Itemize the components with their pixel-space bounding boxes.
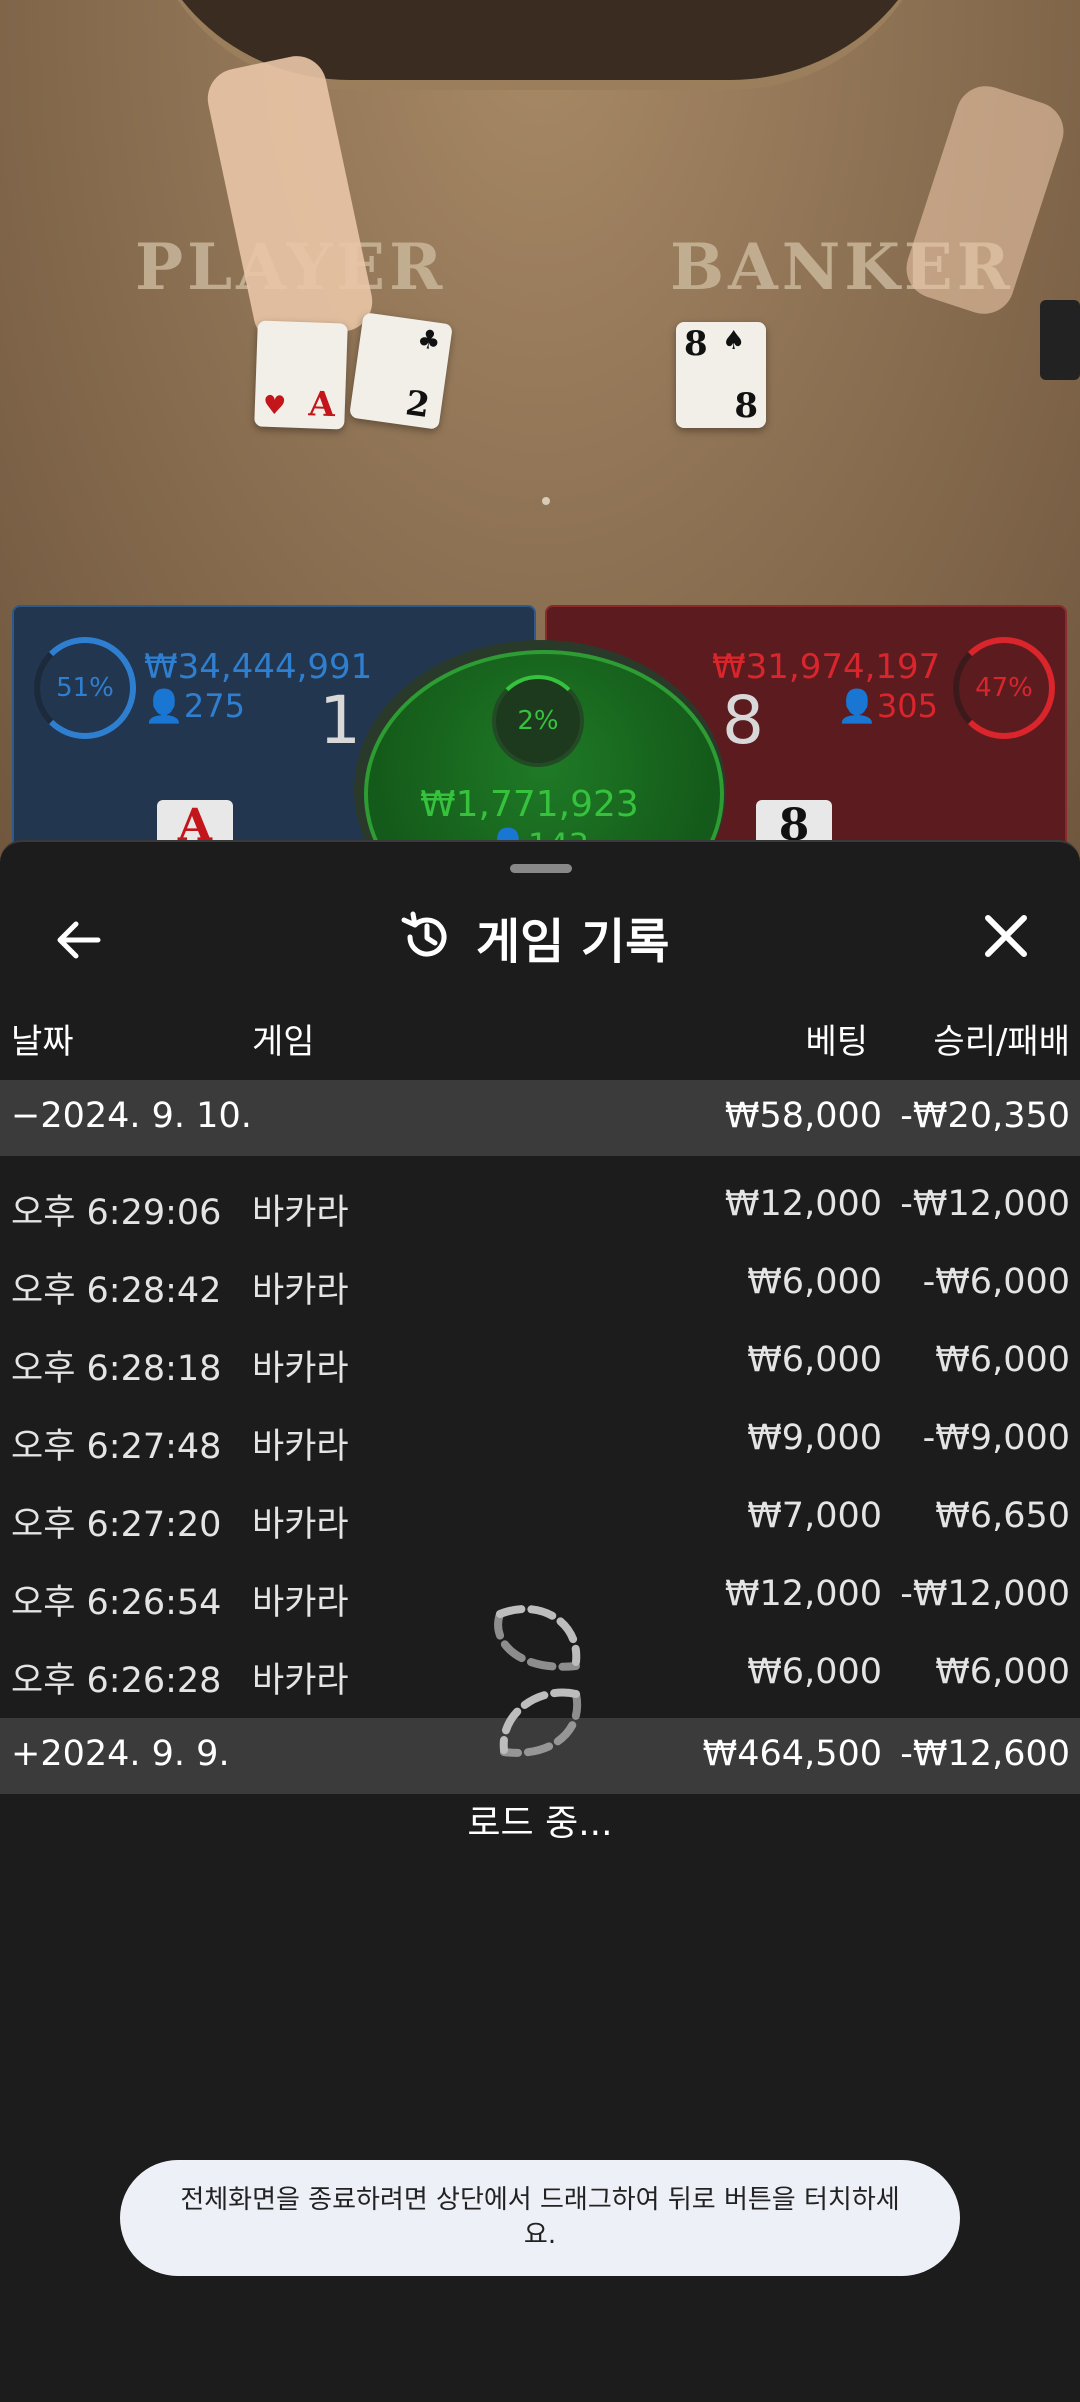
banker-bettor-count: 👤305 — [837, 687, 938, 725]
table-header: 날짜 게임 베팅 승리/패배 — [0, 1014, 1080, 1064]
row-result: ₩6,650 — [935, 1496, 1070, 1536]
col-winloss: 승리/패배 — [933, 1022, 1070, 1062]
group-bet-total: ₩464,500 — [702, 1734, 882, 1774]
loading-spinner-icon — [494, 1605, 582, 1757]
drag-handle[interactable] — [510, 864, 572, 873]
row-time: 오후 6:26:28 — [11, 1661, 222, 1701]
row-result: -₩12,000 — [900, 1574, 1070, 1614]
player-total-bet: ₩34,444,991 — [144, 647, 373, 687]
row-result: -₩12,000 — [900, 1184, 1070, 1224]
col-bet: 베팅 — [805, 1022, 868, 1062]
loading-text: 로드 중... — [467, 1803, 613, 1844]
row-time: 오후 6:27:20 — [11, 1505, 222, 1545]
fullscreen-toast: 전체화면을 종료하려면 상단에서 드래그하여 뒤로 버튼을 터치하세요. — [120, 2160, 960, 2276]
close-icon — [985, 915, 1027, 957]
group-bet-total: ₩58,000 — [724, 1096, 882, 1136]
history-icon — [401, 911, 447, 957]
col-game: 게임 — [252, 1022, 315, 1062]
banker-percent-ring: 47% — [953, 637, 1055, 739]
row-game: 바카라 — [252, 1661, 349, 1701]
player-card-1: A ♥ — [254, 320, 348, 430]
banker-score: 8 — [722, 682, 764, 759]
group-toggle[interactable]: +2024. 9. 9. — [11, 1734, 230, 1774]
player-card-2: 2 ♣ — [349, 312, 453, 430]
tie-percent-ring: 2% — [492, 675, 584, 767]
row-game: 바카라 — [252, 1349, 349, 1389]
row-game: 바카라 — [252, 1427, 349, 1467]
row-time: 오후 6:29:06 — [11, 1193, 222, 1233]
table-row[interactable]: 오후 6:27:20 바카라 ₩7,000 ₩6,650 — [0, 1476, 1080, 1554]
row-time: 오후 6:27:48 — [11, 1427, 222, 1467]
table-row[interactable]: 오후 6:27:48 바카라 ₩9,000 -₩9,000 — [0, 1398, 1080, 1476]
row-game: 바카라 — [252, 1271, 349, 1311]
sheet-title: 게임 기록 — [476, 914, 670, 970]
row-bet: ₩12,000 — [724, 1184, 882, 1224]
user-icon: 👤 — [144, 687, 184, 725]
close-button[interactable] — [976, 906, 1036, 966]
row-bet: ₩9,000 — [747, 1418, 882, 1458]
row-result: -₩6,000 — [922, 1262, 1070, 1302]
back-button[interactable] — [48, 910, 108, 970]
date-group-row[interactable]: −2024. 9. 10. ₩58,000 -₩20,350 — [0, 1080, 1080, 1156]
dealer-right-hand — [898, 78, 1072, 322]
row-time: 오후 6:26:54 — [11, 1583, 222, 1623]
group-toggle[interactable]: −2024. 9. 10. — [11, 1096, 252, 1136]
row-result: ₩6,000 — [935, 1652, 1070, 1692]
table-row[interactable]: 오후 6:28:42 바카라 ₩6,000 -₩6,000 — [0, 1242, 1080, 1320]
live-table-video: PLAYER BANKER A ♥ 2 ♣ 8 ♠ 8 51% ₩34,444,… — [0, 0, 1080, 880]
player-bettor-count: 👤275 — [144, 687, 245, 725]
row-game: 바카라 — [252, 1505, 349, 1545]
card-shoe — [1040, 300, 1080, 380]
sheet-header: 게임 기록 — [400, 902, 669, 972]
group-result-total: -₩12,600 — [900, 1734, 1070, 1774]
game-history-sheet: 게임 기록 날짜 게임 베팅 승리/패배 −2024. 9. 10. ₩58,0… — [0, 840, 1080, 2402]
col-date: 날짜 — [11, 1022, 74, 1062]
arrow-left-icon — [57, 921, 101, 959]
row-bet: ₩6,000 — [747, 1652, 882, 1692]
row-time: 오후 6:28:18 — [11, 1349, 222, 1389]
group-result-total: -₩20,350 — [900, 1096, 1070, 1136]
tie-total-bet: ₩1,771,923 — [420, 784, 639, 825]
row-game: 바카라 — [252, 1193, 349, 1233]
row-bet: ₩12,000 — [724, 1574, 882, 1614]
banker-total-bet: ₩31,974,197 — [712, 647, 941, 687]
row-bet: ₩7,000 — [747, 1496, 882, 1536]
row-result: ₩6,000 — [935, 1340, 1070, 1380]
row-time: 오후 6:28:42 — [11, 1271, 222, 1311]
row-bet: ₩6,000 — [747, 1340, 882, 1380]
banker-card-1: 8 ♠ 8 — [676, 322, 766, 428]
video-dot — [542, 497, 550, 505]
row-result: -₩9,000 — [922, 1418, 1070, 1458]
table-row[interactable]: 오후 6:29:06 바카라 ₩12,000 -₩12,000 — [0, 1164, 1080, 1242]
table-row[interactable]: 오후 6:28:18 바카라 ₩6,000 ₩6,000 — [0, 1320, 1080, 1398]
row-bet: ₩6,000 — [747, 1262, 882, 1302]
row-game: 바카라 — [252, 1583, 349, 1623]
player-percent-ring: 51% — [34, 637, 136, 739]
user-icon: 👤 — [837, 687, 877, 725]
player-score: 1 — [319, 682, 361, 759]
